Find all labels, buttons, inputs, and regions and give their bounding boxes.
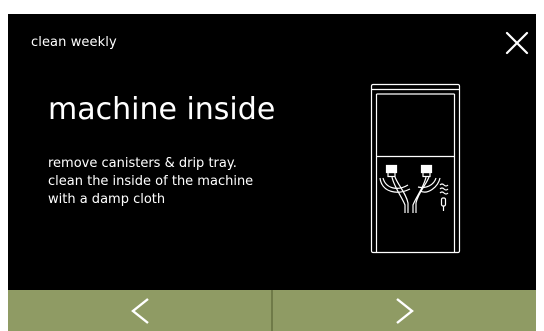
next-button[interactable] <box>273 290 536 331</box>
navigation-bar <box>8 290 536 331</box>
chevron-right-icon <box>395 297 414 324</box>
instructions-text: remove canisters & drip tray. clean the … <box>48 155 338 209</box>
page-title: machine inside <box>48 92 276 127</box>
previous-button[interactable] <box>8 290 271 331</box>
close-button[interactable] <box>504 30 530 56</box>
header-title: clean weekly <box>31 35 117 50</box>
clean-weekly-screen: clean weekly machine inside remove canis… <box>8 14 536 331</box>
close-icon <box>505 31 529 55</box>
instruction-line: remove canisters & drip tray. <box>48 156 237 171</box>
instruction-line: with a damp cloth <box>48 192 166 207</box>
instruction-line: clean the inside of the machine <box>48 174 254 189</box>
machine-inside-illustration <box>370 83 461 254</box>
chevron-left-icon <box>130 297 149 324</box>
